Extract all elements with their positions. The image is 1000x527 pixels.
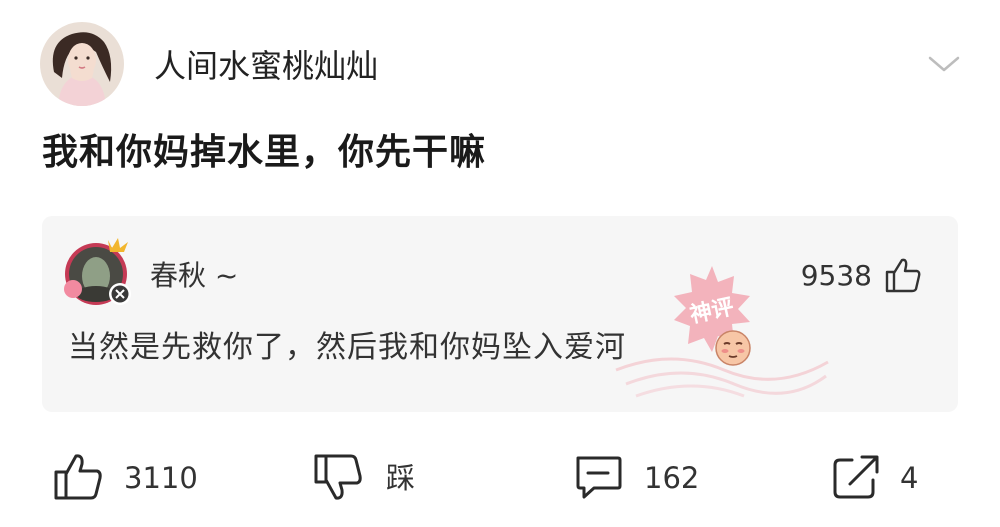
blush-face-emoji [714,329,752,367]
chevron-down-icon[interactable] [926,48,962,78]
share-icon [833,455,879,499]
comment-button[interactable]: 162 [572,448,712,508]
dislike-button[interactable]: 踩 [312,448,432,508]
post-card: 人间水蜜桃灿灿 我和你妈掉水里，你先干嘛 神评 春秋 ~ 9538 当然是先救你… [0,0,1000,527]
hot-comment-stamp: 神评 [612,252,832,402]
post-username[interactable]: 人间水蜜桃灿灿 [154,46,378,86]
commenter-avatar[interactable] [62,234,136,308]
comment-icon [576,456,622,499]
comment-count: 162 [644,461,700,495]
thumbs-up-icon[interactable] [884,256,922,294]
dislike-label: 踩 [386,461,416,495]
share-count: 4 [900,461,919,495]
comment-like-count: 9538 [800,259,872,292]
share-button[interactable]: 4 [830,448,930,508]
hot-comment-card[interactable]: 神评 春秋 ~ 9538 当然是先救你了，然后我和你妈坠入爱河 [42,216,958,412]
comment-text: 当然是先救你了，然后我和你妈坠入爱河 [68,330,626,365]
like-button[interactable]: 3110 [52,448,202,508]
post-text: 我和你妈掉水里，你先干嘛 [42,132,487,173]
like-count: 3110 [124,461,198,495]
user-avatar[interactable] [40,22,124,106]
commenter-username[interactable]: 春秋 ~ [150,258,238,294]
thumbs-up-icon [54,454,102,500]
thumbs-down-icon [314,454,362,500]
